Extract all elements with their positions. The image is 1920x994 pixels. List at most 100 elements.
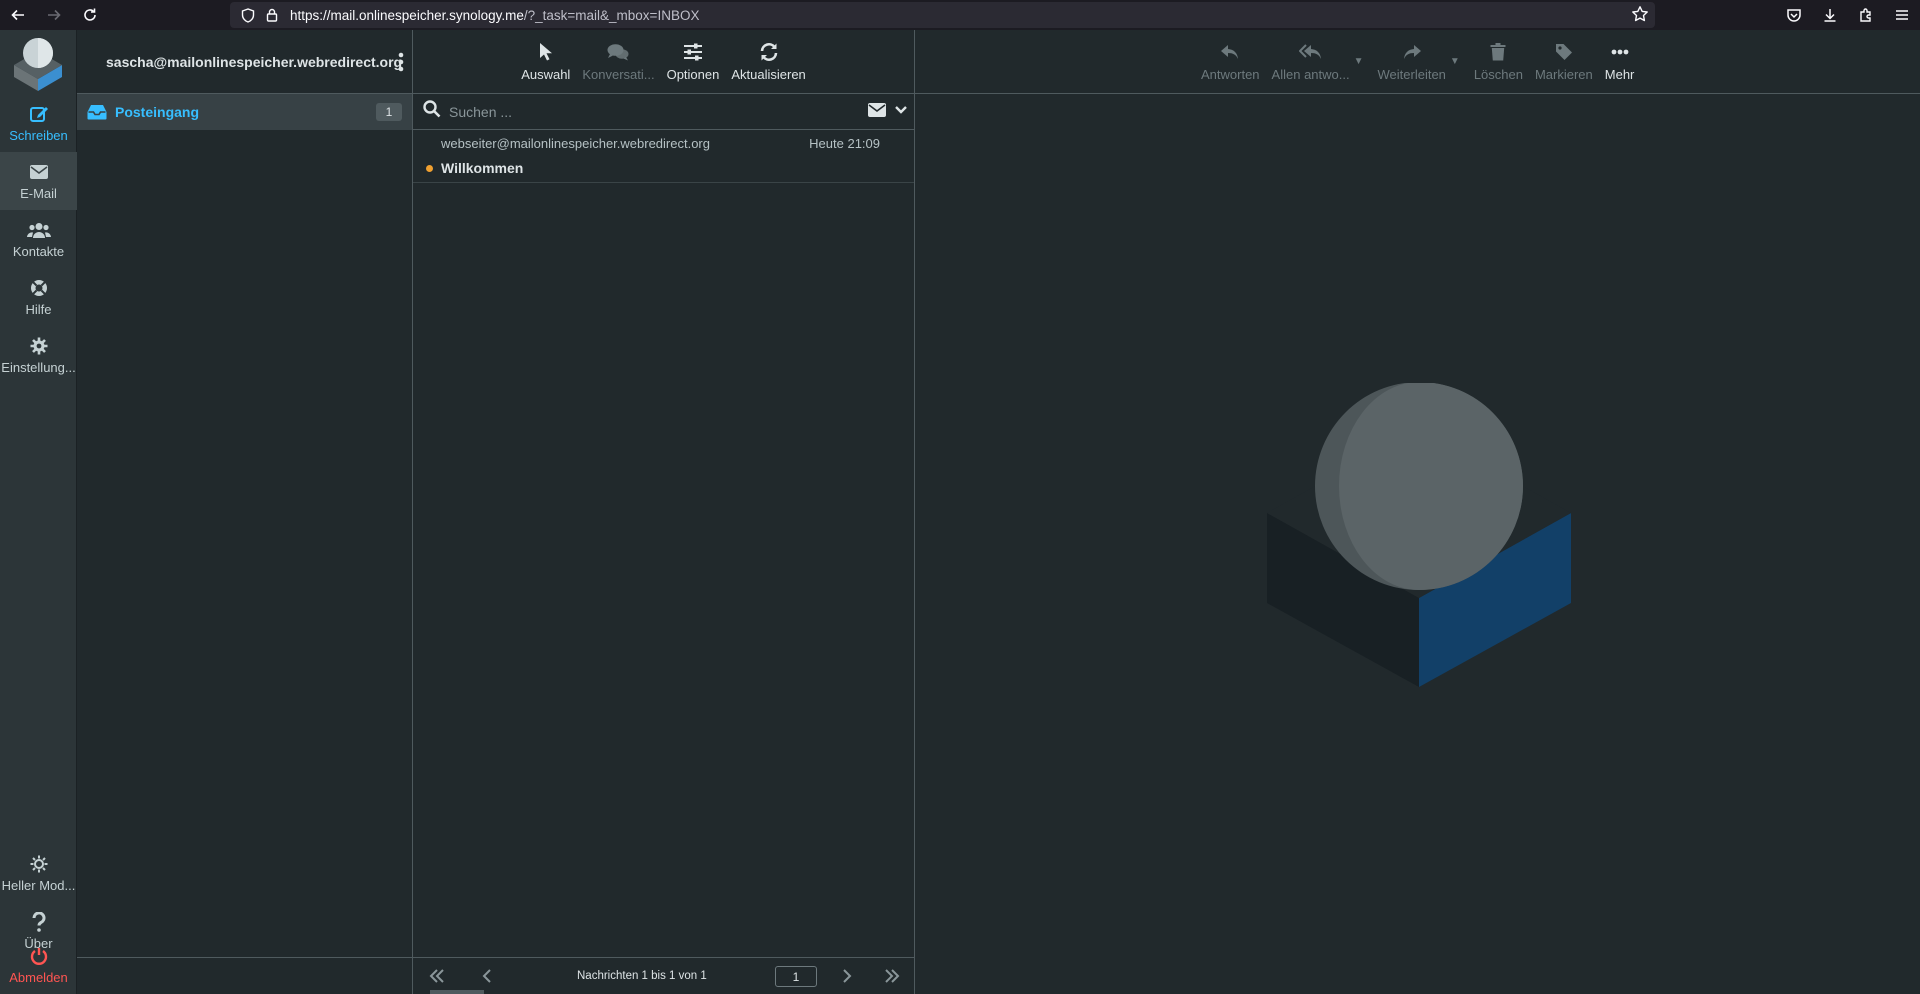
roundcube-watermark: [1267, 382, 1571, 687]
horizontal-scrollbar[interactable]: [430, 990, 484, 994]
lock-icon[interactable]: [260, 8, 284, 22]
bookmark-star-icon[interactable]: [1631, 5, 1649, 28]
last-page-icon[interactable]: [883, 967, 901, 990]
refresh-icon: [759, 41, 779, 63]
search-input[interactable]: [449, 103, 829, 120]
taskmenu: Schreiben E-Mail Kontakte Hilfe Einstell: [0, 30, 77, 994]
message-toolbar: Antworten Allen antwo... ▼ Weiterleiten …: [915, 30, 1920, 94]
chevron-down-icon[interactable]: [894, 105, 908, 115]
envelope-icon: [29, 162, 48, 182]
help-label: Hilfe: [25, 301, 52, 317]
mail-button[interactable]: E-Mail: [0, 152, 77, 210]
next-page-icon[interactable]: [837, 967, 855, 990]
search-bar: [413, 94, 914, 130]
downloads-icon[interactable]: [1812, 0, 1848, 30]
ellipsis-icon: [1611, 41, 1629, 63]
forward-button[interactable]: [36, 0, 72, 30]
account-name: sascha@mailonlinespeicher.webredirect.or…: [106, 53, 403, 70]
extensions-icon[interactable]: [1848, 0, 1884, 30]
light-mode-label: Heller Mod...: [1, 877, 76, 893]
prev-page-icon[interactable]: [479, 967, 497, 990]
more-button[interactable]: Mehr: [1599, 30, 1641, 94]
contacts-button[interactable]: Kontakte: [0, 210, 77, 268]
options-label: Optionen: [666, 67, 720, 82]
forward-message-button[interactable]: Weiterleiten: [1372, 30, 1452, 94]
roundcube-logo[interactable]: [10, 35, 66, 91]
message-row[interactable]: webseiter@mailonlinespeicher.webredirect…: [413, 130, 914, 183]
mark-button[interactable]: Markieren: [1529, 30, 1599, 94]
search-icon[interactable]: [423, 100, 441, 123]
page-number-input[interactable]: [775, 966, 817, 987]
settings-button[interactable]: Einstellung...: [0, 326, 77, 384]
compose-label: Schreiben: [9, 127, 68, 143]
folder-inbox[interactable]: Posteingang 1: [77, 94, 412, 130]
refresh-button[interactable]: Aktualisieren: [725, 30, 811, 94]
unread-dot-icon[interactable]: [426, 165, 433, 172]
power-icon: [30, 946, 48, 966]
first-page-icon[interactable]: [428, 967, 446, 990]
message-list-pane: Auswahl Konversati... Optionen Aktualisi…: [413, 30, 915, 994]
trash-icon: [1490, 41, 1506, 63]
reply-button[interactable]: Antworten: [1195, 30, 1266, 94]
back-button[interactable]: [0, 0, 36, 30]
logout-button[interactable]: Abmelden: [0, 936, 77, 994]
forward-dropdown-icon[interactable]: ▼: [1450, 30, 1460, 94]
reply-icon: [1220, 41, 1240, 63]
message-from: webseiter@mailonlinespeicher.webredirect…: [441, 136, 710, 151]
reply-label: Antworten: [1201, 67, 1260, 82]
sun-icon: [30, 854, 48, 874]
url-host: https://mail.onlinespeicher.synology.me: [290, 7, 524, 23]
shield-icon[interactable]: [236, 7, 260, 23]
comments-icon: [607, 41, 629, 63]
kebab-menu-icon[interactable]: [398, 52, 404, 77]
refresh-label: Aktualisieren: [731, 67, 806, 82]
settings-label: Einstellung...: [1, 359, 76, 375]
gear-icon: [30, 336, 48, 356]
light-mode-button[interactable]: Heller Mod...: [0, 844, 77, 902]
mark-label: Markieren: [1534, 67, 1593, 82]
life-ring-icon: [30, 278, 48, 298]
compose-button[interactable]: Schreiben: [0, 94, 77, 152]
unread-count-badge: 1: [376, 103, 402, 121]
forward-label: Weiterleiten: [1377, 67, 1446, 82]
url-bar[interactable]: https://mail.onlinespeicher.synology.me/…: [230, 2, 1655, 28]
message-count: Nachrichten 1 bis 1 von 1: [577, 970, 707, 982]
message-subject: Willkommen: [441, 160, 524, 176]
question-icon: [31, 911, 46, 932]
url-text: https://mail.onlinespeicher.synology.me/…: [290, 8, 699, 23]
inbox-icon: [87, 104, 107, 120]
reply-all-label: Allen antwo...: [1271, 67, 1350, 82]
menu-icon[interactable]: [1884, 0, 1920, 30]
url-path: /?_task=mail&_mbox=INBOX: [523, 7, 700, 23]
search-tools: [868, 103, 908, 117]
reload-button[interactable]: [72, 0, 108, 30]
message-date: Heute 21:09: [809, 136, 880, 151]
folder-pane: sascha@mailonlinespeicher.webredirect.or…: [77, 30, 413, 994]
delete-button[interactable]: Löschen: [1468, 30, 1529, 94]
reply-all-dropdown-icon[interactable]: ▼: [1354, 30, 1364, 94]
compose-icon: [29, 104, 49, 124]
pocket-icon[interactable]: [1776, 0, 1812, 30]
reply-all-button[interactable]: Allen antwo...: [1266, 30, 1356, 94]
help-button[interactable]: Hilfe: [0, 268, 77, 326]
envelope-filter-icon[interactable]: [868, 103, 886, 117]
contacts-label: Kontakte: [12, 243, 65, 259]
folder-inbox-label: Posteingang: [115, 104, 200, 120]
sliders-icon: [683, 41, 703, 63]
roundcube-app: Schreiben E-Mail Kontakte Hilfe Einstell: [0, 30, 1920, 994]
pointer-icon: [539, 41, 553, 63]
options-button[interactable]: Optionen: [661, 30, 726, 94]
folder-footer: [77, 957, 412, 994]
tag-icon: [1555, 41, 1573, 63]
list-toolbar: Auswahl Konversati... Optionen Aktualisi…: [413, 30, 914, 94]
threads-label: Konversati...: [582, 67, 655, 82]
message-content-pane: Antworten Allen antwo... ▼ Weiterleiten …: [915, 30, 1920, 994]
select-label: Auswahl: [521, 67, 571, 82]
delete-label: Löschen: [1473, 67, 1523, 82]
reply-all-icon: [1298, 41, 1323, 63]
folder-header: sascha@mailonlinespeicher.webredirect.or…: [77, 30, 412, 94]
select-button[interactable]: Auswahl: [515, 30, 576, 94]
users-icon: [26, 220, 51, 240]
more-label: Mehr: [1604, 67, 1635, 82]
threads-button[interactable]: Konversati...: [576, 30, 660, 94]
